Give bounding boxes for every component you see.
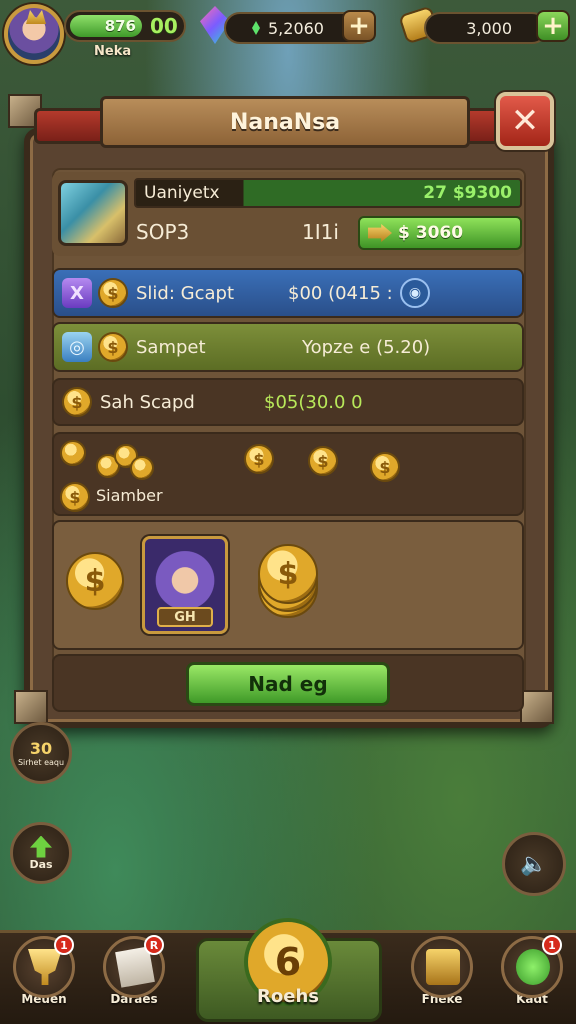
player-name: Neka — [94, 44, 132, 59]
item-value: $00 (0415 : — [288, 282, 393, 304]
add-gems-button[interactable]: + — [342, 10, 376, 42]
confirm-button[interactable]: Nad eg — [186, 662, 390, 706]
upgrade-button[interactable]: Das — [10, 822, 72, 884]
xp-bar: 876 00 — [64, 10, 186, 42]
coin-icon: $ — [60, 482, 90, 512]
hero-name: Uaniyetx — [144, 183, 220, 203]
coins-row: $ $ $ $ Siamber — [52, 432, 524, 516]
scroll-icon: R — [103, 935, 165, 998]
timer-button[interactable]: 30 Sirhet eaqu — [10, 722, 72, 784]
nav-item-kadt[interactable]: 1 Kadt — [494, 935, 570, 1016]
timer-label: Sirhet eaqu — [17, 758, 65, 767]
coin-stack-icon[interactable]: $ — [258, 544, 320, 618]
item-value: $05(30.0 0 — [264, 391, 363, 413]
nav-item-meuen[interactable]: 1 Meuen — [6, 935, 82, 1016]
gem-value: 5,2060 — [268, 18, 324, 38]
item-label: Slid: Gcapt — [136, 282, 234, 304]
player-avatar[interactable] — [4, 4, 64, 64]
hero-gold-value: 27 $9300 — [423, 183, 512, 203]
add-gold-button[interactable]: + — [536, 10, 570, 42]
notification-badge: R — [144, 935, 164, 955]
sound-button[interactable]: 🔈 — [502, 832, 566, 896]
coin-icon: $ — [244, 444, 274, 474]
treasure-chest-icon — [411, 936, 473, 998]
center-nav-label: Roehs — [257, 986, 319, 1007]
coin-icon: $ — [98, 332, 128, 362]
list-item[interactable]: ◎ $ Sampet Yopze e (5.20) — [52, 322, 524, 372]
coin-icon: $ — [308, 446, 338, 476]
hero-card[interactable]: GH — [142, 536, 228, 634]
coin-pile-icon — [60, 440, 86, 466]
list-item[interactable]: $ Sah Scapd $05(30.0 0 — [52, 378, 524, 426]
backpack-icon[interactable] — [58, 180, 128, 246]
notification-badge: 1 — [54, 935, 74, 955]
item-value: Yopze e (5.20) — [302, 336, 431, 358]
trophy-icon: 1 — [13, 935, 75, 998]
item-label: Sah Scapd — [100, 391, 195, 413]
panel-corner-ornament — [14, 690, 48, 724]
nav-item-daraes[interactable]: R Daraes — [96, 935, 172, 1016]
player-level: 00 — [150, 14, 178, 38]
gold-value: 3,000 — [466, 18, 512, 38]
close-button[interactable]: ✕ — [496, 92, 554, 150]
nav-item-fheke[interactable]: Fheke — [404, 936, 480, 1016]
hero-code: SOP3 — [136, 220, 190, 244]
compass-icon[interactable]: ◉ — [400, 278, 430, 308]
coin-icon: $ — [62, 387, 92, 417]
close-icon: ✕ — [510, 101, 540, 141]
shield-icon: ◎ — [62, 332, 92, 362]
upgrade-label: Das — [29, 857, 53, 871]
reward-coin-icon[interactable]: $ — [66, 552, 124, 610]
item-label: Sampet — [136, 336, 206, 358]
notification-badge: 1 — [542, 935, 562, 955]
gold-counter: 3,000 — [424, 12, 548, 44]
hero-stat: 1I1i — [302, 220, 339, 244]
arrow-up-icon — [30, 835, 52, 858]
buy-hero-button[interactable]: $ 3060 — [358, 216, 522, 250]
hero-price: $ 3060 — [398, 223, 464, 243]
goblin-icon: 1 — [501, 935, 563, 998]
speaker-icon: 🔈 — [520, 851, 548, 877]
crown-icon — [26, 10, 46, 24]
key-icon — [368, 224, 392, 242]
timer-value: 30 — [29, 739, 53, 758]
coin-icon: $ — [98, 278, 128, 308]
panel-corner-ornament — [520, 690, 554, 724]
coin-icon: $ — [370, 452, 400, 482]
coins-row-label: Siamber — [96, 486, 163, 505]
xp-value: 876 — [70, 15, 142, 37]
small-gem-icon — [252, 21, 260, 35]
hero-card-label: GH — [157, 607, 213, 627]
list-item[interactable]: X $ Slid: Gcapt $00 (0415 : ◉ — [52, 268, 524, 318]
hero-name-bar: Uaniyetx 27 $9300 — [134, 178, 522, 208]
dialog-title: NanaNsa — [100, 96, 470, 148]
swords-icon: X — [62, 278, 92, 308]
